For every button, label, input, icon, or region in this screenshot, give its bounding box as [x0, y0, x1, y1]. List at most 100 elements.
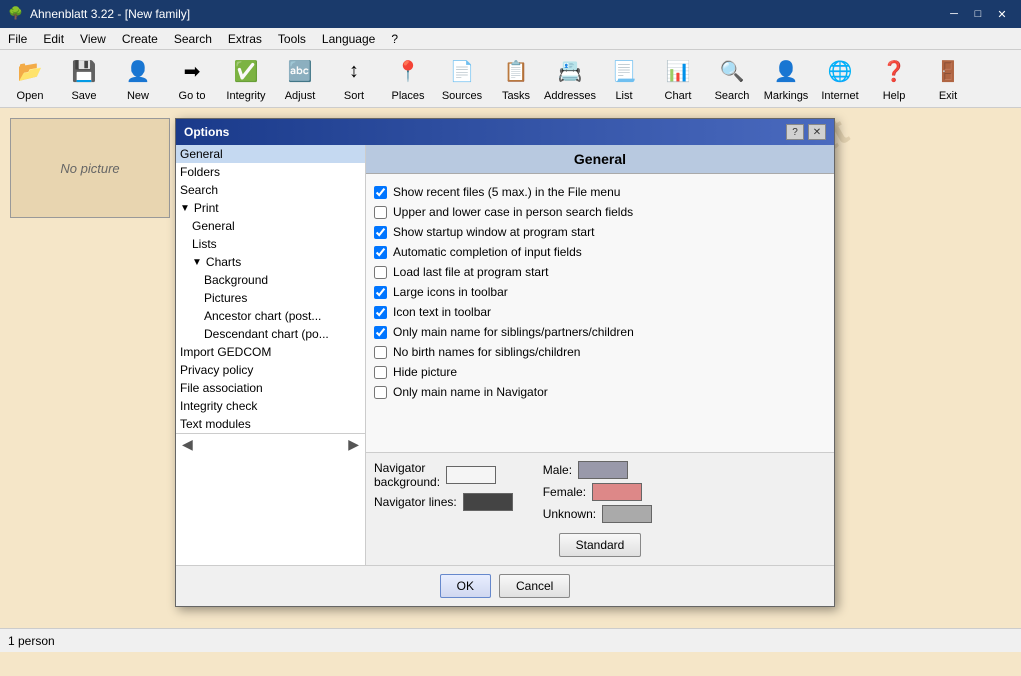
toolbar: 📂 Open 💾 Save 👤 New ➡ Go to ✅ Integrity …: [0, 50, 1021, 108]
tasks-button[interactable]: 📋 Tasks: [490, 53, 542, 105]
tree-item-pictures[interactable]: Pictures: [176, 289, 365, 307]
exit-icon: 🚪: [932, 56, 964, 88]
checkbox-recent-files[interactable]: [374, 186, 387, 199]
tree-item-general[interactable]: General: [176, 145, 365, 163]
checkbox-large-icons[interactable]: [374, 286, 387, 299]
tree-item-search[interactable]: Search: [176, 181, 365, 199]
cancel-button[interactable]: Cancel: [499, 574, 570, 598]
tree-item-lists[interactable]: Lists: [176, 235, 365, 253]
integrity-button[interactable]: ✅ Integrity: [220, 53, 272, 105]
menu-language[interactable]: Language: [314, 28, 383, 49]
option-startup-window: Show startup window at program start: [374, 222, 826, 242]
new-label: New: [127, 90, 149, 102]
navigator-bg-color[interactable]: [446, 466, 496, 484]
checkbox-auto-complete[interactable]: [374, 246, 387, 259]
option-icon-text: Icon text in toolbar: [374, 302, 826, 322]
menu-extras[interactable]: Extras: [220, 28, 270, 49]
sort-icon: ↕: [338, 56, 370, 88]
ok-button[interactable]: OK: [440, 574, 491, 598]
menu-tools[interactable]: Tools: [270, 28, 314, 49]
tree-arrow-right[interactable]: ▶: [344, 436, 363, 453]
female-label: Female:: [543, 485, 586, 499]
option-auto-complete: Automatic completion of input fields: [374, 242, 826, 262]
open-label: Open: [17, 90, 44, 102]
main-area: No picture Ahnenblatt Ahnenblatt Ahnenbl…: [0, 108, 1021, 652]
goto-icon: ➡: [176, 56, 208, 88]
tree-item-print[interactable]: ▼Print: [176, 199, 365, 217]
checkbox-main-name-siblings[interactable]: [374, 326, 387, 339]
checkbox-hide-picture[interactable]: [374, 366, 387, 379]
navigator-lines-color[interactable]: [463, 493, 513, 511]
open-button[interactable]: 📂 Open: [4, 53, 56, 105]
title-bar: 🌳 Ahnenblatt 3.22 - [New family] ─ □ ✕: [0, 0, 1021, 28]
label-recent-files: Show recent files (5 max.) in the File m…: [393, 185, 620, 199]
search-button[interactable]: 🔍 Search: [706, 53, 758, 105]
checkbox-startup-window[interactable]: [374, 226, 387, 239]
menu-file[interactable]: File: [0, 28, 35, 49]
goto-button[interactable]: ➡ Go to: [166, 53, 218, 105]
menu-edit[interactable]: Edit: [35, 28, 72, 49]
sources-button[interactable]: 📄 Sources: [436, 53, 488, 105]
female-color[interactable]: [592, 483, 642, 501]
adjust-button[interactable]: 🔤 Adjust: [274, 53, 326, 105]
menu-create[interactable]: Create: [114, 28, 166, 49]
places-button[interactable]: 📍 Places: [382, 53, 434, 105]
option-upper-lower: Upper and lower case in person search fi…: [374, 202, 826, 222]
places-label: Places: [391, 90, 424, 102]
sources-label: Sources: [442, 90, 482, 102]
unknown-color[interactable]: [602, 505, 652, 523]
maximize-button[interactable]: □: [967, 5, 989, 23]
tree-item-ancestor-chart[interactable]: Ancestor chart (post...: [176, 307, 365, 325]
option-load-last: Load last file at program start: [374, 262, 826, 282]
tree-item-print-general[interactable]: General: [176, 217, 365, 235]
checkbox-no-birth-names[interactable]: [374, 346, 387, 359]
save-button[interactable]: 💾 Save: [58, 53, 110, 105]
exit-button[interactable]: 🚪 Exit: [922, 53, 974, 105]
tree-item-text-modules[interactable]: Text modules: [176, 415, 365, 433]
integrity-icon: ✅: [230, 56, 262, 88]
male-color[interactable]: [578, 461, 628, 479]
tree-item-charts[interactable]: ▼Charts: [176, 253, 365, 271]
checkbox-icon-text[interactable]: [374, 306, 387, 319]
dialog-title-bar: Options ? ✕: [176, 119, 834, 145]
checkbox-upper-lower[interactable]: [374, 206, 387, 219]
tree-item-folders[interactable]: Folders: [176, 163, 365, 181]
label-load-last: Load last file at program start: [393, 265, 548, 279]
window-close-button[interactable]: ✕: [991, 5, 1013, 23]
dialog-close-button[interactable]: ✕: [808, 124, 826, 140]
content-panel: General Show recent files (5 max.) in th…: [366, 145, 834, 565]
integrity-label: Integrity: [226, 90, 265, 102]
tree-arrow-left[interactable]: ◀: [178, 436, 197, 453]
help-button[interactable]: ❓ Help: [868, 53, 920, 105]
menu-view[interactable]: View: [72, 28, 114, 49]
label-icon-text: Icon text in toolbar: [393, 305, 491, 319]
checkbox-main-name-navigator[interactable]: [374, 386, 387, 399]
tree-item-descendant-chart[interactable]: Descendant chart (po...: [176, 325, 365, 343]
markings-button[interactable]: 👤 Markings: [760, 53, 812, 105]
internet-label: Internet: [821, 90, 858, 102]
tasks-icon: 📋: [500, 56, 532, 88]
save-icon: 💾: [68, 56, 100, 88]
chart-button[interactable]: 📊 Chart: [652, 53, 704, 105]
menu-help[interactable]: ?: [383, 28, 406, 49]
tree-item-file-assoc[interactable]: File association: [176, 379, 365, 397]
tree-item-privacy[interactable]: Privacy policy: [176, 361, 365, 379]
list-button[interactable]: 📃 List: [598, 53, 650, 105]
tree-item-integrity[interactable]: Integrity check: [176, 397, 365, 415]
standard-button[interactable]: Standard: [559, 533, 642, 557]
checkbox-load-last[interactable]: [374, 266, 387, 279]
places-icon: 📍: [392, 56, 424, 88]
tree-item-background[interactable]: Background: [176, 271, 365, 289]
minimize-button[interactable]: ─: [943, 5, 965, 23]
sort-button[interactable]: ↕ Sort: [328, 53, 380, 105]
tree-item-import-gedcom[interactable]: Import GEDCOM: [176, 343, 365, 361]
internet-button[interactable]: 🌐 Internet: [814, 53, 866, 105]
list-label: List: [615, 90, 632, 102]
dialog-help-button[interactable]: ?: [786, 124, 804, 140]
navigator-lines-row: Navigator lines:: [374, 493, 513, 511]
new-button[interactable]: 👤 New: [112, 53, 164, 105]
addresses-button[interactable]: 📇 Addresses: [544, 53, 596, 105]
menu-search[interactable]: Search: [166, 28, 220, 49]
label-startup-window: Show startup window at program start: [393, 225, 594, 239]
label-no-birth-names: No birth names for siblings/children: [393, 345, 580, 359]
